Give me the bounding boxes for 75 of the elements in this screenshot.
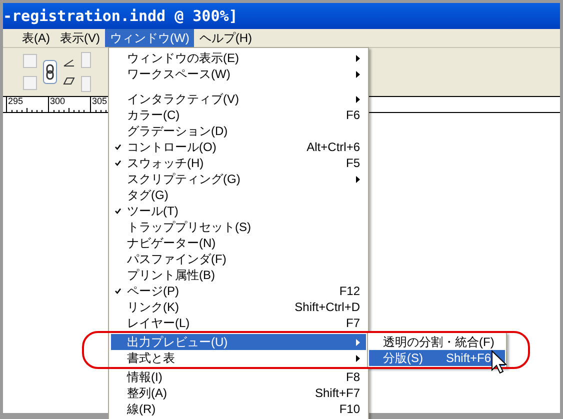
shortcut-label: F6 (346, 109, 360, 121)
menu-item[interactable]: タグ(G) (111, 187, 366, 203)
menu-item-label: ウィンドウの表示(E) (127, 52, 239, 64)
menu-item[interactable]: ページ(P) F12 (111, 283, 366, 299)
menu-item[interactable]: 透明の分割・統合(F) (369, 334, 505, 350)
menu-item[interactable]: トラッププリセット(S) (111, 219, 366, 235)
menu-item[interactable]: 分版(S) Shift+F6 (369, 350, 505, 366)
shortcut-label: Shift+F6 (446, 350, 491, 367)
menu-item-label: ナビゲーター(N) (127, 237, 216, 249)
menu-item-label: グラデーション(D) (127, 125, 228, 137)
menu-item-label: パスファインダ(F) (127, 253, 226, 265)
menu-item-label: プリント属性(B) (127, 269, 215, 281)
menu-item[interactable]: レイヤー(L) F7 (111, 315, 366, 331)
menu-item[interactable]: リンク(K) Shift+Ctrl+D (111, 299, 366, 315)
menu-item-label: 整列(A) (127, 387, 167, 399)
menu-item-label: 出力プレビュー(U) (127, 336, 228, 348)
shear-icon (63, 77, 75, 85)
menu-item-label: カラー(C) (127, 109, 180, 121)
submenu-arrow-icon (356, 176, 360, 182)
menu-item[interactable]: パスファインダ(F) (111, 251, 366, 267)
shortcut-label: F8 (346, 371, 360, 383)
window-title: -registration.indd @ 300%] (3, 6, 238, 27)
menu-item-label: 情報(I) (127, 371, 162, 383)
menu-item[interactable]: グラデーション(D) (111, 123, 366, 139)
menu-item-label: トラッププリセット(S) (127, 221, 251, 233)
shortcut-label: Shift+F7 (314, 387, 360, 399)
submenu-arrow-icon (356, 338, 360, 346)
menu-item-label: 分版(S) (383, 350, 423, 367)
shortcut-label: Shift+Ctrl+D (294, 301, 360, 313)
menu-item-label: 書式と表 (127, 352, 175, 364)
menu-bar-item[interactable]: 表(A) (17, 29, 55, 47)
menu-item-label: 線(R) (127, 403, 156, 415)
menu-item-label: スクリプティング(G) (127, 173, 240, 185)
menu-item[interactable]: プリント属性(B) (111, 267, 366, 283)
ruler-label: 305 (91, 97, 108, 106)
menu-item-label: ワークスペース(W) (127, 68, 230, 80)
menu-item[interactable]: ツール(T) (111, 203, 366, 219)
menu-item[interactable]: スウォッチ(H) F5 (111, 155, 366, 171)
menu-item[interactable]: ワークスペース(W) (111, 66, 366, 82)
menu-bar-item[interactable]: ヘルプ(H) (194, 29, 257, 47)
menu-item[interactable]: ウィンドウの表示(E) (111, 50, 366, 66)
menu-bar-item[interactable]: ウィンドウ(W) (105, 29, 194, 47)
ruler-label: 300 (49, 97, 66, 106)
menu-item-label: レイヤー(L) (127, 317, 190, 329)
menu-item[interactable]: 出力プレビュー(U) (111, 334, 366, 350)
menu-item[interactable]: カラー(C) F6 (111, 107, 366, 123)
submenu-arrow-icon (356, 54, 360, 62)
menu-item-label: 透明の分割・統合(F) (383, 334, 494, 351)
menu-item-label: ページ(P) (127, 285, 179, 297)
menu-item[interactable]: 書式と表 (111, 350, 366, 366)
shortcut-label: F7 (346, 317, 360, 329)
chain-link-icon[interactable] (43, 60, 57, 84)
menu-item[interactable]: 情報(I) F8 (111, 369, 366, 385)
menu-item[interactable]: 線(R) F10 (111, 401, 366, 417)
menu-item[interactable]: ナビゲーター(N) (111, 235, 366, 251)
menu-item[interactable]: コントロール(O) Alt+Ctrl+6 (111, 139, 366, 155)
menu-item[interactable]: 整列(A) Shift+F7 (111, 385, 366, 401)
shortcut-label: F12 (339, 285, 360, 297)
submenu-arrow-icon (356, 354, 360, 362)
submenu-arrow-icon (356, 70, 360, 78)
menu-bar-item[interactable]: 表示(V) (55, 29, 105, 47)
menu-item[interactable]: スクリプティング(G) (111, 171, 366, 187)
shortcut-label: F10 (339, 403, 360, 415)
menu-item-label: コントロール(O) (127, 141, 216, 153)
shortcut-label: F5 (346, 157, 360, 169)
submenu-arrow-icon (356, 96, 360, 102)
menu-item-label: タグ(G) (127, 189, 168, 201)
shortcut-label: Alt+Ctrl+6 (306, 141, 360, 153)
menu-item-label: リンク(K) (127, 301, 179, 313)
menu-item-label: ツール(T) (127, 205, 178, 217)
menu-item-label: スウォッチ(H) (127, 157, 204, 169)
menu-item-label: インタラクティブ(V) (127, 93, 239, 105)
menu-item[interactable]: インタラクティブ(V) (111, 91, 366, 107)
ruler-label: 295 (7, 97, 24, 106)
angle-icon (63, 59, 75, 67)
